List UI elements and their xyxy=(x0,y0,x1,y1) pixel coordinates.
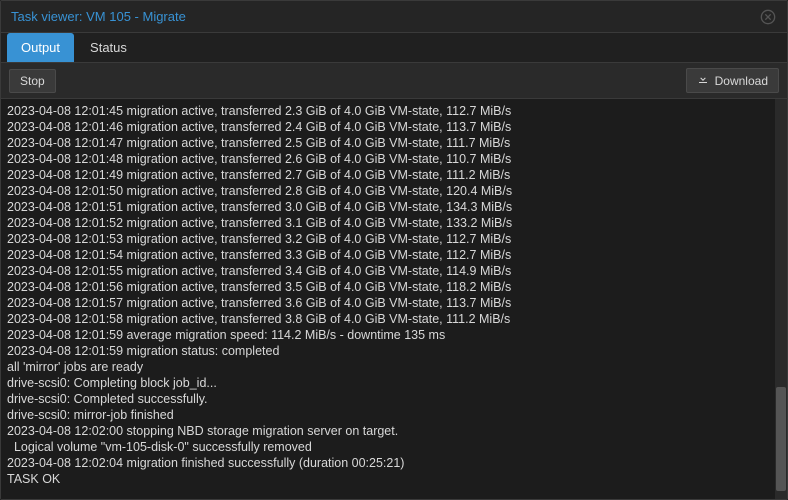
log-area: 2023-04-08 12:01:45 migration active, tr… xyxy=(1,99,787,499)
log-line: 2023-04-08 12:01:58 migration active, tr… xyxy=(7,311,769,327)
task-viewer-window: Task viewer: VM 105 - Migrate Output Sta… xyxy=(0,0,788,500)
stop-button[interactable]: Stop xyxy=(9,69,56,93)
log-line: 2023-04-08 12:01:59 average migration sp… xyxy=(7,327,769,343)
log-line: 2023-04-08 12:02:00 stopping NBD storage… xyxy=(7,423,769,439)
log-line: 2023-04-08 12:01:52 migration active, tr… xyxy=(7,215,769,231)
log-line: 2023-04-08 12:01:45 migration active, tr… xyxy=(7,103,769,119)
download-button-label: Download xyxy=(715,74,768,88)
scrollbar-track[interactable] xyxy=(775,99,787,499)
scrollbar-thumb[interactable] xyxy=(776,387,786,491)
log-line: 2023-04-08 12:01:51 migration active, tr… xyxy=(7,199,769,215)
tabs: Output Status xyxy=(1,33,787,63)
window-title: Task viewer: VM 105 - Migrate xyxy=(11,9,759,24)
log-line: drive-scsi0: Completed successfully. xyxy=(7,391,769,407)
log-line: 2023-04-08 12:01:56 migration active, tr… xyxy=(7,279,769,295)
log-line: drive-scsi0: Completing block job_id... xyxy=(7,375,769,391)
tab-status[interactable]: Status xyxy=(76,33,141,62)
log-content[interactable]: 2023-04-08 12:01:45 migration active, tr… xyxy=(1,99,775,499)
log-line: Logical volume "vm-105-disk-0" successfu… xyxy=(7,439,769,455)
toolbar: Stop Download xyxy=(1,63,787,99)
log-line: 2023-04-08 12:01:54 migration active, tr… xyxy=(7,247,769,263)
close-icon[interactable] xyxy=(759,8,777,26)
titlebar: Task viewer: VM 105 - Migrate xyxy=(1,1,787,33)
log-line: TASK OK xyxy=(7,471,769,487)
tab-output-label: Output xyxy=(21,40,60,55)
log-line: 2023-04-08 12:01:47 migration active, tr… xyxy=(7,135,769,151)
download-icon xyxy=(697,73,709,88)
log-line: 2023-04-08 12:01:49 migration active, tr… xyxy=(7,167,769,183)
log-line: 2023-04-08 12:01:57 migration active, tr… xyxy=(7,295,769,311)
log-line: 2023-04-08 12:01:53 migration active, tr… xyxy=(7,231,769,247)
stop-button-label: Stop xyxy=(20,74,45,88)
download-button[interactable]: Download xyxy=(686,68,779,93)
log-line: 2023-04-08 12:01:46 migration active, tr… xyxy=(7,119,769,135)
tab-output[interactable]: Output xyxy=(7,33,74,62)
log-line: 2023-04-08 12:01:48 migration active, tr… xyxy=(7,151,769,167)
log-line: 2023-04-08 12:01:50 migration active, tr… xyxy=(7,183,769,199)
log-line: 2023-04-08 12:01:55 migration active, tr… xyxy=(7,263,769,279)
log-line: 2023-04-08 12:01:59 migration status: co… xyxy=(7,343,769,359)
log-line: all 'mirror' jobs are ready xyxy=(7,359,769,375)
log-line: drive-scsi0: mirror-job finished xyxy=(7,407,769,423)
tab-status-label: Status xyxy=(90,40,127,55)
log-line: 2023-04-08 12:02:04 migration finished s… xyxy=(7,455,769,471)
